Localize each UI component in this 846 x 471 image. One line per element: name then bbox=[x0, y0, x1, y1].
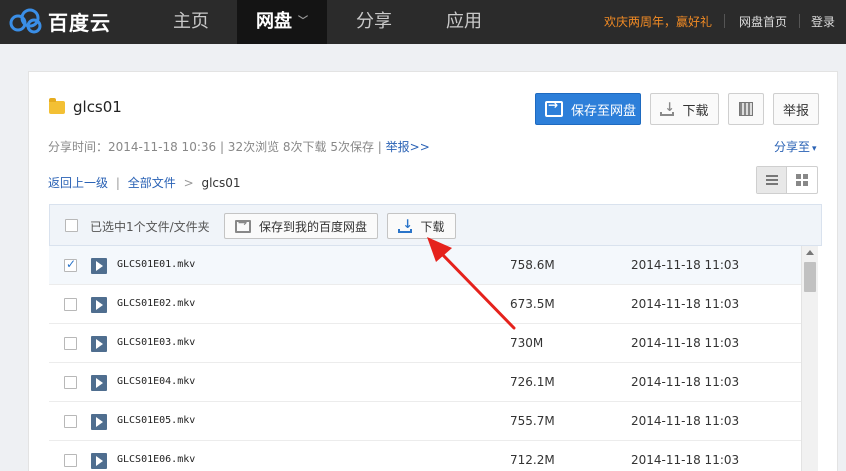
save-to-my-netdisk-button[interactable]: 保存到我的百度网盘 bbox=[224, 213, 378, 239]
scroll-up-icon[interactable] bbox=[806, 250, 814, 255]
breadcrumb-all-files[interactable]: 全部文件 bbox=[128, 176, 176, 190]
grid-view-icon bbox=[796, 174, 808, 186]
login-link[interactable]: 登录 bbox=[811, 13, 835, 30]
video-file-icon bbox=[91, 258, 107, 274]
nav-home[interactable]: 主页 bbox=[150, 0, 232, 44]
download-icon: ↓ bbox=[398, 218, 413, 233]
file-date: 2014-11-18 11:03 bbox=[631, 453, 740, 467]
video-file-icon bbox=[91, 297, 107, 313]
file-name[interactable]: GLCS01E02.mkv bbox=[117, 298, 195, 309]
file-size: 726.1M bbox=[510, 375, 555, 389]
nav-netdisk-label: 网盘 bbox=[256, 11, 292, 32]
download-button[interactable]: ↓ 下载 bbox=[650, 93, 719, 125]
table-row[interactable]: GLCS01E04.mkv 726.1M 2014-11-18 11:03 bbox=[49, 363, 801, 402]
file-name[interactable]: GLCS01E01.mkv bbox=[117, 259, 195, 270]
breadcrumb: 返回上一级 | 全部文件 > glcs01 bbox=[48, 174, 241, 191]
row-checkbox[interactable] bbox=[64, 257, 77, 272]
nav-share[interactable]: 分享 bbox=[333, 0, 415, 44]
table-row[interactable]: GLCS01E02.mkv 673.5M 2014-11-18 11:03 bbox=[49, 285, 801, 324]
list-view-button[interactable] bbox=[757, 167, 788, 193]
file-size: 758.6M bbox=[510, 258, 555, 272]
video-file-icon bbox=[91, 375, 107, 391]
file-size: 755.7M bbox=[510, 414, 555, 428]
file-name[interactable]: GLCS01E03.mkv bbox=[117, 337, 195, 348]
page-title: glcs01 bbox=[73, 98, 122, 116]
file-size: 730M bbox=[510, 336, 544, 350]
share-to-label: 分享至 bbox=[774, 140, 811, 154]
select-all-checkbox[interactable] bbox=[65, 219, 78, 232]
row-checkbox[interactable] bbox=[64, 337, 77, 350]
folder-icon bbox=[49, 98, 65, 114]
cloud-logo-icon bbox=[9, 8, 42, 34]
nav-apps[interactable]: 应用 bbox=[423, 0, 505, 44]
row-checkbox[interactable] bbox=[64, 415, 77, 428]
list-download-button[interactable]: ↓ 下载 bbox=[387, 213, 456, 239]
chevron-down-icon: ﹀ bbox=[298, 16, 308, 27]
file-date: 2014-11-18 11:03 bbox=[631, 258, 740, 272]
netdisk-home-link[interactable]: 网盘首页 bbox=[739, 13, 787, 30]
breadcrumb-arrow: > bbox=[183, 176, 194, 190]
save-to-my-netdisk-label: 保存到我的百度网盘 bbox=[258, 219, 367, 234]
report-link[interactable]: 举报>> bbox=[386, 140, 430, 154]
view-toggle bbox=[756, 166, 818, 194]
save-to-netdisk-label: 保存至网盘 bbox=[571, 103, 637, 119]
video-file-icon bbox=[91, 453, 107, 469]
table-row[interactable]: GLCS01E03.mkv 730M 2014-11-18 11:03 bbox=[49, 324, 801, 363]
download-label: 下载 bbox=[682, 103, 709, 119]
selection-count: 已选中1个文件/文件夹 bbox=[90, 220, 210, 234]
list-view-icon bbox=[765, 175, 778, 185]
promo-link[interactable]: 欢庆两周年，赢好礼 bbox=[604, 13, 712, 30]
divider bbox=[724, 14, 725, 28]
file-date: 2014-11-18 11:03 bbox=[631, 297, 740, 311]
file-name[interactable]: GLCS01E06.mkv bbox=[117, 454, 195, 465]
save-icon bbox=[234, 216, 251, 233]
share-meta-text: 分享时间：2014-11-18 10:36 | 32次浏览 8次下载 5次保存 … bbox=[48, 140, 386, 154]
nav-netdisk[interactable]: 网盘 ﹀ bbox=[237, 0, 327, 44]
breadcrumb-current: glcs01 bbox=[201, 176, 241, 190]
row-checkbox[interactable] bbox=[64, 454, 77, 467]
top-nav-bar: 百度云 主页 网盘 ﹀ 分享 应用 欢庆两周年，赢好礼 网盘首页 登录 bbox=[0, 0, 846, 44]
file-name[interactable]: GLCS01E05.mkv bbox=[117, 415, 195, 426]
logo-text: 百度云 bbox=[48, 10, 111, 35]
file-size: 673.5M bbox=[510, 297, 555, 311]
selection-toolbar: 已选中1个文件/文件夹 保存到我的百度网盘 ↓ 下载 bbox=[49, 204, 822, 246]
download-icon: ↓ bbox=[660, 101, 675, 116]
table-row[interactable]: GLCS01E05.mkv 755.7M 2014-11-18 11:03 bbox=[49, 402, 801, 441]
grid-view-button[interactable] bbox=[787, 167, 817, 193]
table-row[interactable]: GLCS01E06.mkv 712.2M 2014-11-18 11:03 bbox=[49, 441, 801, 471]
baidu-cloud-logo[interactable]: 百度云 bbox=[8, 6, 111, 36]
share-to-dropdown[interactable]: 分享至 ▾ bbox=[774, 138, 817, 155]
video-file-icon bbox=[91, 414, 107, 430]
save-icon bbox=[545, 98, 563, 117]
file-list: GLCS01E01.mkv 758.6M 2014-11-18 11:03 GL… bbox=[49, 246, 801, 471]
file-date: 2014-11-18 11:03 bbox=[631, 336, 740, 350]
list-download-label: 下载 bbox=[420, 219, 445, 234]
row-checkbox[interactable] bbox=[64, 376, 77, 389]
file-date: 2014-11-18 11:03 bbox=[631, 375, 740, 389]
divider bbox=[799, 14, 800, 28]
video-file-icon bbox=[91, 336, 107, 352]
file-date: 2014-11-18 11:03 bbox=[631, 414, 740, 428]
row-checkbox[interactable] bbox=[64, 298, 77, 311]
share-panel: glcs01 保存至网盘 ↓ 下载 举报 分享时间：2014-11-18 10:… bbox=[28, 71, 838, 471]
share-meta: 分享时间：2014-11-18 10:36 | 32次浏览 8次下载 5次保存 … bbox=[48, 138, 430, 155]
breadcrumb-separator: | bbox=[115, 176, 120, 190]
table-row[interactable]: GLCS01E01.mkv 758.6M 2014-11-18 11:03 bbox=[49, 246, 801, 285]
qr-code-button[interactable] bbox=[728, 93, 764, 125]
file-list-scrollbar[interactable] bbox=[801, 246, 818, 471]
chevron-down-icon: ▾ bbox=[812, 144, 817, 154]
file-name[interactable]: GLCS01E04.mkv bbox=[117, 376, 195, 387]
file-size: 712.2M bbox=[510, 453, 555, 467]
qr-code-icon bbox=[739, 102, 753, 116]
save-to-netdisk-button[interactable]: 保存至网盘 bbox=[535, 93, 641, 125]
breadcrumb-back[interactable]: 返回上一级 bbox=[48, 176, 108, 190]
scrollbar-thumb[interactable] bbox=[804, 262, 816, 292]
report-button[interactable]: 举报 bbox=[773, 93, 819, 125]
